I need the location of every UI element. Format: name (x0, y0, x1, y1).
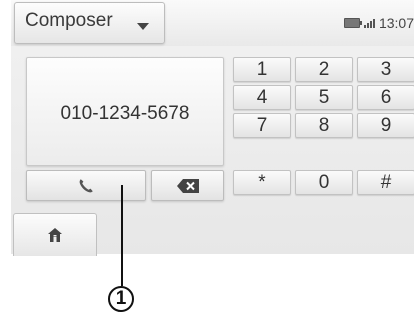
signal-icon (363, 18, 375, 28)
home-button[interactable] (13, 213, 97, 256)
key-1[interactable]: 1 (233, 57, 291, 82)
key-9[interactable]: 9 (357, 113, 414, 138)
battery-icon (343, 18, 362, 28)
call-button[interactable] (26, 170, 146, 201)
keypad: 1 2 3 4 5 6 7 8 9 * 0 # (233, 57, 414, 200)
dialed-number: 010-1234-5678 (60, 103, 190, 124)
callout-line (121, 185, 123, 286)
chevron-down-icon (137, 23, 149, 30)
clock: 13:07 (378, 15, 414, 31)
number-display: 010-1234-5678 (26, 57, 224, 166)
phone-handset-icon (79, 178, 93, 192)
backspace-icon (176, 178, 199, 193)
key-hash[interactable]: # (357, 170, 414, 195)
key-5[interactable]: 5 (295, 85, 353, 110)
mode-label: Composer (25, 10, 113, 31)
home-icon (48, 228, 62, 242)
key-4[interactable]: 4 (233, 85, 291, 110)
key-star[interactable]: * (233, 170, 291, 195)
key-8[interactable]: 8 (295, 113, 353, 138)
mode-dropdown[interactable]: Composer (14, 2, 165, 44)
delete-button[interactable] (151, 170, 224, 201)
key-2[interactable]: 2 (295, 57, 353, 82)
key-3[interactable]: 3 (357, 57, 414, 82)
key-0[interactable]: 0 (295, 170, 353, 195)
callout-marker: 1 (108, 286, 134, 312)
status-bar: 13:07 (343, 13, 414, 33)
key-7[interactable]: 7 (233, 113, 291, 138)
key-6[interactable]: 6 (357, 85, 414, 110)
